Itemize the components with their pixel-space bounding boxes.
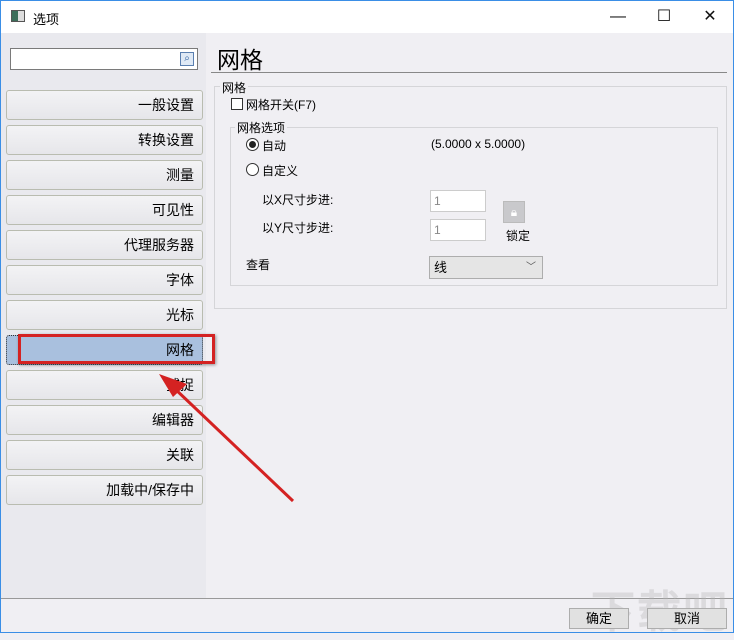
search-input[interactable]: ⌕ [10,48,198,70]
ok-button[interactable]: 确定 [569,608,629,629]
divider [211,72,727,73]
search-icon[interactable]: ⌕ [180,52,194,66]
sidebar-item-4[interactable]: 代理服务器 [6,230,203,260]
app-icon [11,10,25,22]
page-title: 网格 [217,47,263,73]
window-title: 选项 [33,12,60,27]
x-step-label: 以X尺寸步进: [262,193,334,207]
sidebar-item-0[interactable]: 一般设置 [6,90,203,120]
cancel-button[interactable]: 取消 [647,608,727,629]
y-step-input[interactable]: 1 [430,219,486,241]
lock-button[interactable]: 🔒︎ [503,201,525,223]
sidebar-item-1[interactable]: 转换设置 [6,125,203,155]
view-select[interactable]: 线 ﹀ [429,256,543,279]
sidebar-item-10[interactable]: 关联 [6,440,203,470]
title-bar: 选项 — ☐ ✕ [1,1,733,33]
custom-label: 自定义 [262,164,299,178]
grid-toggle-checkbox[interactable] [231,98,243,110]
sidebar-item-9[interactable]: 编辑器 [6,405,203,435]
sidebar-item-8[interactable]: 捕捉 [6,370,203,400]
custom-radio[interactable] [246,163,259,176]
lock-icon: 🔒︎ [510,205,518,219]
chevron-down-icon: ﹀ [526,262,536,273]
close-button[interactable]: ✕ [687,1,733,33]
grid-options-title: 网格选项 [235,119,288,136]
view-select-value: 线 [434,260,448,275]
auto-radio[interactable] [246,138,259,151]
view-label: 查看 [246,258,271,272]
minimize-button[interactable]: — [595,1,641,33]
sidebar-item-5[interactable]: 字体 [6,265,203,295]
lock-label: 锁定 [506,229,531,243]
grid-toggle-label: 网格开关(F7) [246,98,316,112]
x-step-input[interactable]: 1 [430,190,486,212]
auto-grid-size: (5.0000 x 5.0000) [431,137,526,151]
y-step-label: 以Y尺寸步进: [262,221,334,235]
maximize-button[interactable]: ☐ [641,1,687,33]
auto-label: 自动 [262,139,287,153]
grid-group-title: 网格 [220,79,249,96]
annotation-highlight-box [18,334,215,364]
sidebar-item-6[interactable]: 光标 [6,300,203,330]
sidebar-item-11[interactable]: 加载中/保存中 [6,475,203,505]
sidebar-item-3[interactable]: 可见性 [6,195,203,225]
sidebar-item-2[interactable]: 测量 [6,160,203,190]
